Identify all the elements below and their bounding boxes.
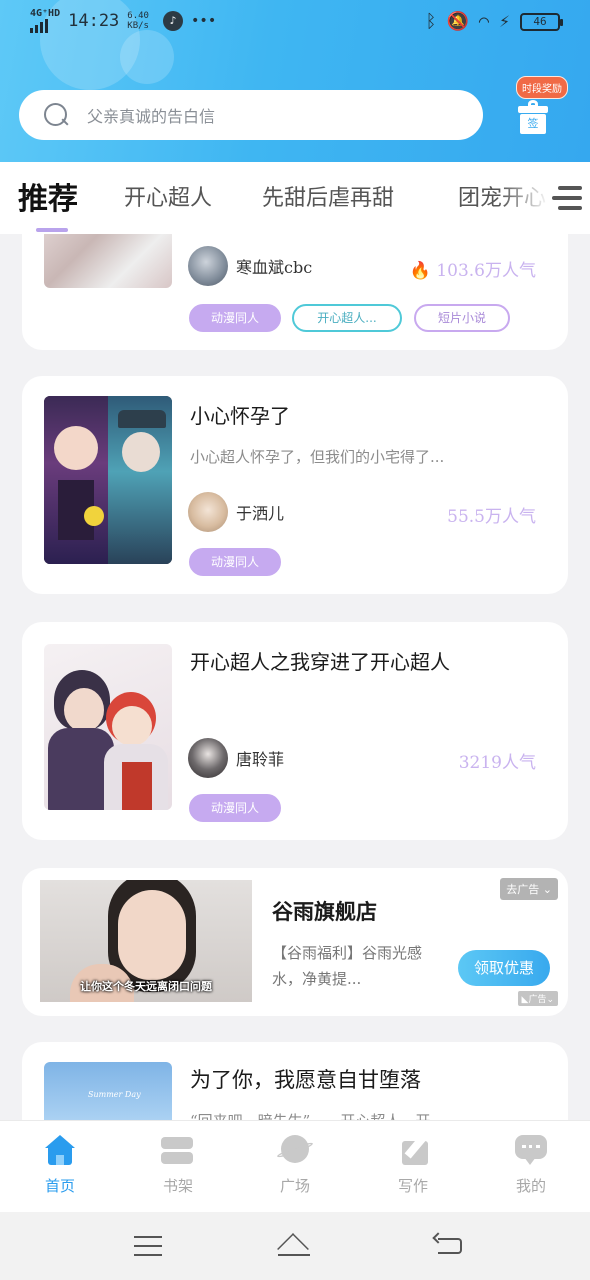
book-cover[interactable] — [44, 644, 172, 810]
book-description: 小心超人怀孕了，但我们的小宅得了... — [190, 448, 445, 466]
popularity-count: 55.5万人气 — [447, 507, 536, 527]
book-card[interactable]: 小心怀孕了 小心超人怀孕了，但我们的小宅得了... 于洒儿 55.5万人气 动漫… — [22, 376, 568, 594]
tag-chip[interactable]: 动漫同人 — [189, 794, 281, 822]
book-cover[interactable]: Summer Day — [44, 1062, 172, 1120]
clock: 14:23 — [68, 11, 120, 31]
ad-mark-label: 广告 — [528, 995, 547, 1005]
ad-image[interactable]: 让你这个冬天远离闭口问题 — [40, 880, 252, 1002]
wifi-icon: ◠ — [478, 11, 490, 32]
active-tab-indicator — [36, 228, 68, 232]
ad-description: 【谷雨福利】谷雨光感水，净黄提... — [272, 944, 423, 988]
avatar — [188, 492, 228, 532]
ad-image-caption: 让你这个冬天远离闭口问题 — [80, 980, 212, 993]
net-speed-value: 6.40 — [127, 11, 149, 21]
author-info[interactable]: 于洒儿 — [188, 492, 284, 532]
search-icon — [43, 102, 69, 128]
popularity-count: 103.6万人气 — [436, 261, 536, 281]
status-bar: 4G⁺HD 14:23 6.40 KB/s ♪ ••• ᛒ 🔕 ◠ ⚡ 46 — [0, 0, 590, 46]
home-icon — [43, 1135, 77, 1167]
book-card[interactable]: Summer Day 为了你，我愿意自甘堕落 “回来吧，暗先生”——开心超人，开 — [22, 1042, 568, 1120]
book-title[interactable]: 小心怀孕了 — [190, 400, 290, 429]
book-feed[interactable]: 寒血斌cbc 🔥 103.6万人气 动漫同人 开心超人... 短片小说 小心怀孕… — [0, 234, 590, 1120]
more-icon: ••• — [190, 13, 217, 29]
bluetooth-icon: ᛒ — [425, 11, 437, 32]
nav-label: 广场 — [279, 1177, 310, 1195]
search-bar[interactable]: 父亲真诚的告白信 — [19, 90, 483, 140]
popularity: 🔥 103.6万人气 — [410, 256, 536, 281]
tag-chip[interactable]: 动漫同人 — [189, 548, 281, 576]
battery-level: 46 — [533, 15, 547, 28]
nav-bookshelf[interactable]: 书架 — [138, 1135, 218, 1196]
signal-icon — [30, 19, 60, 33]
search-placeholder: 父亲真诚的告白信 — [87, 107, 216, 126]
net-speed-unit: KB/s — [127, 21, 149, 31]
nav-square[interactable]: 广场 — [255, 1135, 335, 1196]
daily-signin-button[interactable]: 时段奖励 签 — [510, 76, 570, 138]
nav-write[interactable]: 写作 — [373, 1133, 453, 1196]
mute-icon: 🔕 — [446, 11, 469, 32]
ad-card[interactable]: 让你这个冬天远离闭口问题 谷雨旗舰店 【谷雨福利】谷雨光感水，净黄提... 领取… — [22, 868, 568, 1016]
book-description: “回来吧，暗先生”——开心超人，开 — [190, 1110, 430, 1120]
book-card[interactable]: 开心超人之我穿进了开心超人 唐聆菲 3219人气 动漫同人 — [22, 622, 568, 840]
cover-text: Summer Day — [88, 1090, 141, 1099]
gift-icon: 签 — [518, 100, 548, 134]
charging-icon: ⚡ — [499, 11, 510, 32]
ad-title[interactable]: 谷雨旗舰店 — [272, 896, 377, 926]
remove-ad-label: 去广告 — [506, 883, 540, 896]
back-icon[interactable] — [430, 1230, 470, 1262]
menu-icon[interactable] — [132, 1230, 172, 1262]
book-cover[interactable] — [44, 396, 172, 564]
home-button-icon[interactable] — [274, 1230, 314, 1265]
claim-offer-button[interactable]: 领取优惠 — [458, 950, 550, 986]
nav-label: 书架 — [162, 1177, 193, 1195]
nav-mine[interactable]: 我的 — [491, 1135, 571, 1196]
book-cover[interactable] — [44, 234, 172, 288]
author-name: 于洒儿 — [236, 504, 285, 523]
bookshelf-icon — [161, 1135, 195, 1167]
chat-icon — [514, 1135, 548, 1167]
tag-chip[interactable]: 短片小说 — [414, 304, 510, 332]
tab-menu-icon[interactable] — [552, 184, 582, 212]
nav-label: 写作 — [397, 1177, 428, 1195]
tiktok-icon: ♪ — [162, 11, 183, 31]
nav-home[interactable]: 首页 — [20, 1135, 100, 1196]
popularity-count: 3219人气 — [458, 753, 536, 773]
author-info[interactable]: 唐聆菲 — [188, 738, 284, 778]
fire-icon: 🔥 — [409, 261, 431, 281]
planet-icon — [276, 1135, 314, 1167]
tab-happy-superman[interactable]: 开心超人 — [124, 180, 212, 212]
author-name: 唐聆菲 — [236, 750, 285, 769]
remove-ad-button[interactable]: 去广告 ⌄ — [500, 878, 558, 900]
author-info[interactable]: 寒血斌cbc — [188, 246, 312, 286]
avatar — [188, 738, 228, 778]
pen-icon — [396, 1133, 430, 1167]
system-navigation — [0, 1212, 590, 1280]
tag-chip[interactable]: 动漫同人 — [189, 304, 281, 332]
bottom-navigation: 首页 书架 广场 写作 我的 — [0, 1120, 590, 1212]
avatar — [188, 246, 228, 286]
tab-sweet-story[interactable]: 先甜后虐再甜 — [262, 180, 394, 212]
book-title[interactable]: 开心超人之我穿进了开心超人 — [190, 646, 450, 675]
book-title[interactable]: 为了你，我愿意自甘堕落 — [190, 1064, 421, 1094]
category-tabs: 推荐 开心超人 先甜后虐再甜 团宠开心 — [0, 162, 590, 234]
author-name: 寒血斌cbc — [236, 258, 313, 277]
book-card[interactable]: 寒血斌cbc 🔥 103.6万人气 动漫同人 开心超人... 短片小说 — [22, 234, 568, 350]
ad-mark: ◣广告⌄ — [517, 991, 558, 1006]
nav-label: 首页 — [44, 1177, 75, 1195]
network-type: 4G⁺HD — [30, 8, 61, 19]
battery-icon: 46 — [520, 12, 563, 31]
reward-badge: 时段奖励 — [516, 76, 568, 99]
tag-chip[interactable]: 开心超人... — [292, 304, 402, 332]
signin-label: 签 — [520, 114, 546, 134]
tab-recommend[interactable]: 推荐 — [18, 174, 78, 218]
nav-label: 我的 — [515, 1177, 546, 1195]
app-header: 4G⁺HD 14:23 6.40 KB/s ♪ ••• ᛒ 🔕 ◠ ⚡ 46 父… — [0, 0, 590, 162]
